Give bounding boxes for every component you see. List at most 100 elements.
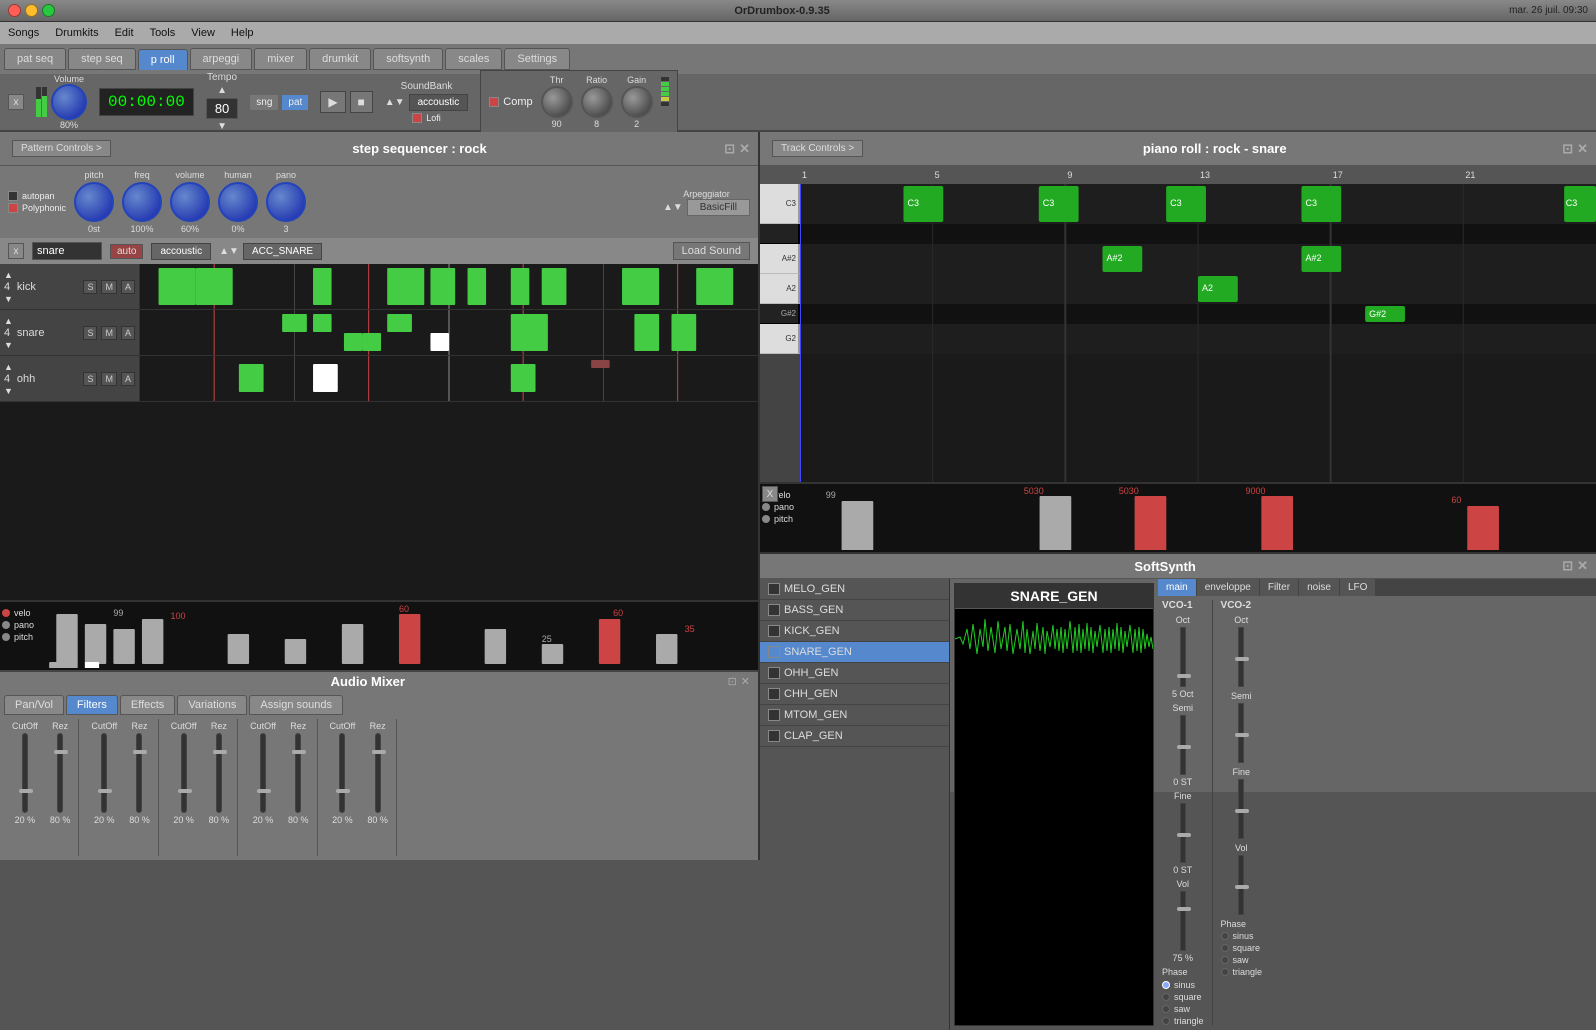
square-radio[interactable] <box>1162 993 1170 1001</box>
key-a2[interactable]: A2 <box>760 274 800 304</box>
rez-track-2[interactable] <box>136 733 142 813</box>
kick-m-btn[interactable]: M <box>101 280 117 294</box>
x-button-1[interactable]: x <box>8 94 24 110</box>
roll-expand-icon[interactable]: ⊡ <box>1562 141 1573 157</box>
cutoff-thumb-4[interactable] <box>257 789 271 793</box>
synth-tab-noise[interactable]: noise <box>1299 579 1339 596</box>
cutoff-thumb-1[interactable] <box>19 789 33 793</box>
ohh-s-btn[interactable]: S <box>83 372 97 386</box>
vco2-saw-radio[interactable] <box>1221 956 1229 964</box>
synth-item-kick[interactable]: KICK_GEN <box>760 621 949 642</box>
lofi-checkbox[interactable] <box>412 113 422 123</box>
tab-patseq[interactable]: pat seq <box>4 48 66 70</box>
tab-filters[interactable]: Filters <box>66 695 118 715</box>
saw-radio[interactable] <box>1162 1005 1170 1013</box>
auto-button[interactable]: auto <box>110 244 143 259</box>
step-seq-expand[interactable]: ⊡ <box>724 141 735 157</box>
bass-checkbox[interactable] <box>768 604 780 616</box>
vco2-wave-triangle[interactable]: triangle <box>1221 967 1263 977</box>
pitch-knob[interactable] <box>74 182 114 222</box>
menu-tools[interactable]: Tools <box>150 27 176 39</box>
synth-item-ohh[interactable]: OHH_GEN <box>760 663 949 684</box>
vco2-sinus-radio[interactable] <box>1221 932 1229 940</box>
cutoff-track-2[interactable] <box>101 733 107 813</box>
synth-item-mtom[interactable]: MTOM_GEN <box>760 705 949 726</box>
comp-checkbox[interactable] <box>489 97 499 107</box>
synth-tab-env[interactable]: enveloppe <box>1197 579 1259 596</box>
cutoff-thumb-3[interactable] <box>178 789 192 793</box>
sng-button[interactable]: sng <box>250 95 278 110</box>
vco2-fine-thumb[interactable] <box>1235 809 1249 813</box>
cutoff-track-5[interactable] <box>339 733 345 813</box>
triangle-radio[interactable] <box>1162 1017 1170 1025</box>
vco2-square-radio[interactable] <box>1221 944 1229 952</box>
rez-track-1[interactable] <box>57 733 63 813</box>
cutoff-track-1[interactable] <box>22 733 28 813</box>
tab-arpeggi[interactable]: arpeggi <box>190 48 253 70</box>
tab-variations[interactable]: Variations <box>177 695 247 715</box>
stop-button[interactable]: ■ <box>350 91 373 113</box>
right-x-button[interactable]: X <box>762 486 778 502</box>
autopan-checkbox[interactable] <box>8 191 18 201</box>
snare-m-btn[interactable]: M <box>101 326 117 340</box>
ohh-checkbox[interactable] <box>768 667 780 679</box>
tab-scales[interactable]: scales <box>445 48 502 70</box>
synth-item-clap[interactable]: CLAP_GEN <box>760 726 949 747</box>
vco1-fine-thumb[interactable] <box>1177 833 1191 837</box>
human-knob[interactable] <box>218 182 258 222</box>
cutoff-track-4[interactable] <box>260 733 266 813</box>
rez-track-4[interactable] <box>295 733 301 813</box>
gain-knob[interactable] <box>621 86 653 118</box>
close-button[interactable] <box>8 4 21 17</box>
tab-drumkit[interactable]: drumkit <box>309 48 371 70</box>
menu-edit[interactable]: Edit <box>115 27 134 39</box>
key-c3[interactable]: C3 <box>760 184 800 224</box>
rez-thumb-4[interactable] <box>292 750 306 754</box>
menu-view[interactable]: View <box>191 27 215 39</box>
tab-panvol[interactable]: Pan/Vol <box>4 695 64 715</box>
rez-thumb-1[interactable] <box>54 750 68 754</box>
kick-s-btn[interactable]: S <box>83 280 97 294</box>
rez-track-5[interactable] <box>375 733 381 813</box>
vco1-vol-thumb[interactable] <box>1177 907 1191 911</box>
rez-thumb-3[interactable] <box>213 750 227 754</box>
vco2-wave-sinus[interactable]: sinus <box>1221 931 1263 941</box>
load-sound-button[interactable]: Load Sound <box>673 242 750 260</box>
rez-thumb-2[interactable] <box>133 750 147 754</box>
kick-checkbox[interactable] <box>768 625 780 637</box>
volume-ctrl-knob[interactable] <box>170 182 210 222</box>
tab-proll[interactable]: p roll <box>138 49 188 70</box>
synth-item-melo[interactable]: MELO_GEN <box>760 579 949 600</box>
pattern-controls-button[interactable]: Pattern Controls > <box>12 140 111 157</box>
vco2-semi-thumb[interactable] <box>1235 733 1249 737</box>
key-gs2[interactable]: G#2 <box>760 304 800 324</box>
synth-tab-filter[interactable]: Filter <box>1260 579 1298 596</box>
play-button[interactable]: ▶ <box>320 91 345 113</box>
vco2-oct-thumb[interactable] <box>1235 657 1249 661</box>
track-controls-button[interactable]: Track Controls > <box>772 140 863 157</box>
menu-help[interactable]: Help <box>231 27 254 39</box>
thr-knob[interactable] <box>541 86 573 118</box>
synth-tab-lfo[interactable]: LFO <box>1340 579 1375 596</box>
snare-checkbox[interactable] <box>768 646 780 658</box>
cutoff-thumb-2[interactable] <box>98 789 112 793</box>
track-x-button[interactable]: x <box>8 243 24 259</box>
key-b2[interactable] <box>760 224 800 244</box>
wave-saw[interactable]: saw <box>1162 1004 1204 1014</box>
vco2-triangle-radio[interactable] <box>1221 968 1229 976</box>
pat-button[interactable]: pat <box>282 95 308 110</box>
vco1-fine-slider-track[interactable] <box>1180 803 1186 863</box>
vco2-wave-square[interactable]: square <box>1221 943 1263 953</box>
arp-value[interactable]: BasicFill <box>687 199 750 216</box>
rez-track-3[interactable] <box>216 733 222 813</box>
synth-item-chh[interactable]: CHH_GEN <box>760 684 949 705</box>
tab-softsynth[interactable]: softsynth <box>373 48 443 70</box>
vco2-vol-thumb[interactable] <box>1235 885 1249 889</box>
melo-checkbox[interactable] <box>768 583 780 595</box>
ohh-a-btn[interactable]: A <box>121 372 135 386</box>
freq-knob[interactable] <box>122 182 162 222</box>
maximize-button[interactable] <box>42 4 55 17</box>
rez-thumb-5[interactable] <box>372 750 386 754</box>
mtom-checkbox[interactable] <box>768 709 780 721</box>
tab-assign[interactable]: Assign sounds <box>249 695 343 715</box>
